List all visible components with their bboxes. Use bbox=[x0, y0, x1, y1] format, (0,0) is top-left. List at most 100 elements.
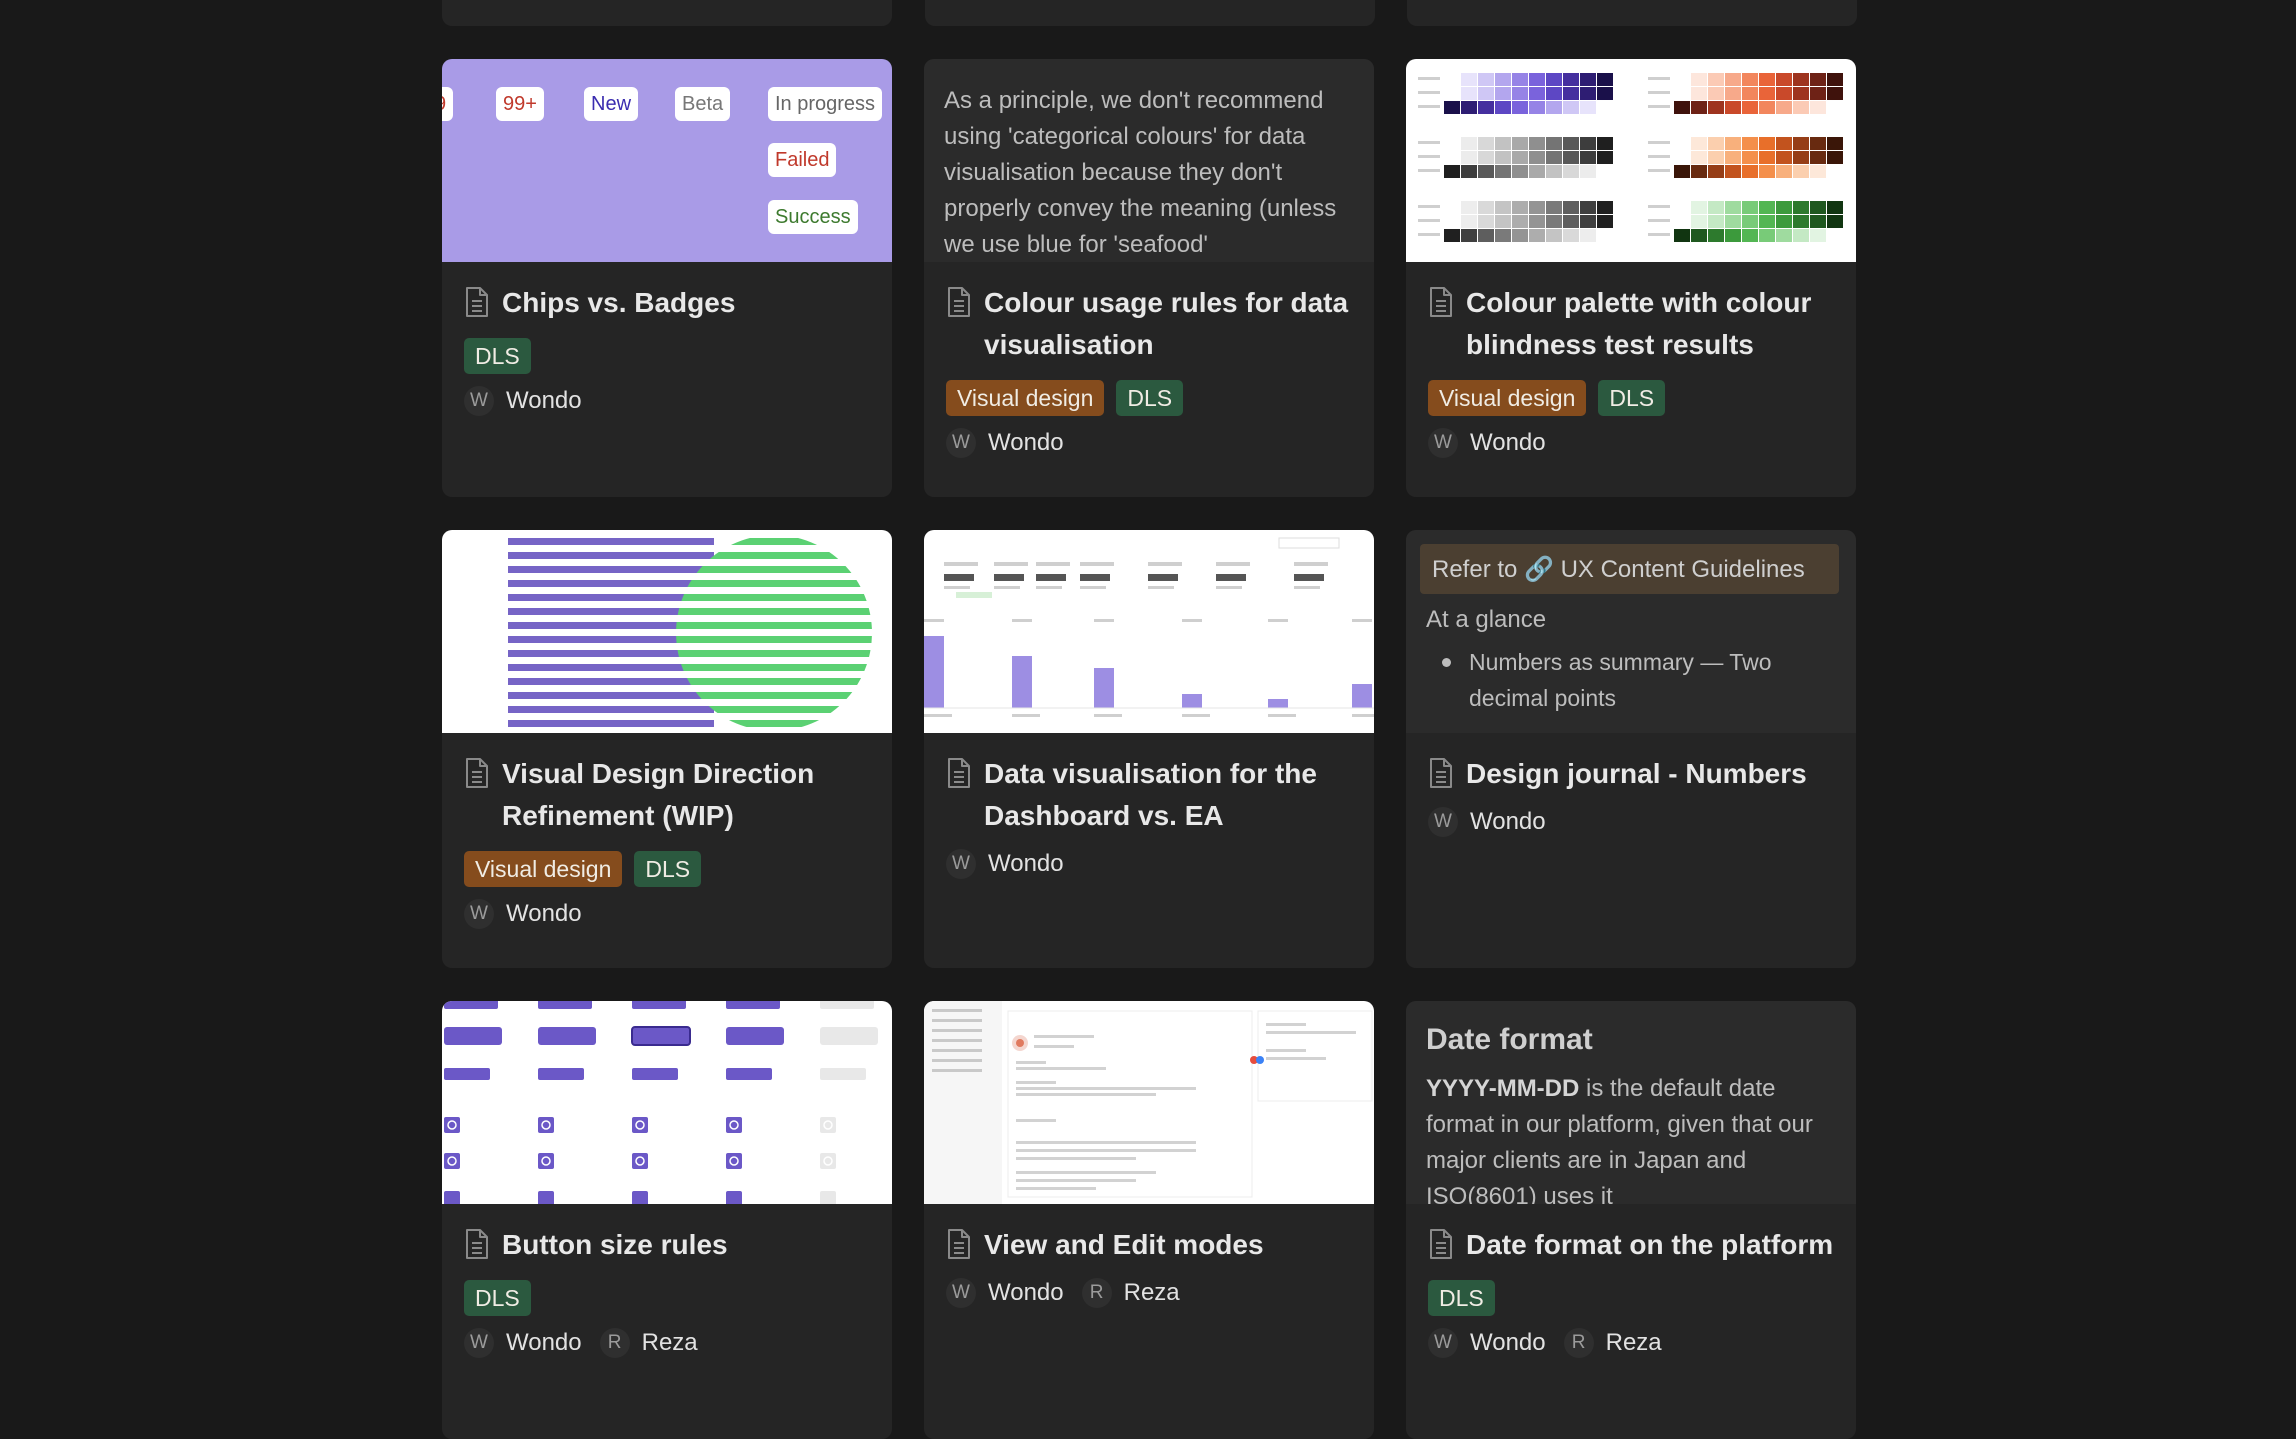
card-cover: Date format YYYY-MM-DD is the default dat… bbox=[1406, 1001, 1856, 1204]
gallery-card[interactable]: Button size rules DLS W Wondo R Reza bbox=[442, 1001, 892, 1439]
person-name: Wondo bbox=[1470, 808, 1546, 835]
card-cover bbox=[924, 530, 1374, 733]
card-body: Visual Design Direction Refinement (WIP)… bbox=[442, 733, 892, 929]
card-body: Design journal - Numbers W Wondo bbox=[1406, 733, 1856, 837]
card-cover bbox=[442, 530, 892, 733]
card-body: Date format on the platform DLS W Wondo R Rez… bbox=[1406, 1204, 1856, 1358]
tag-list: DLS bbox=[464, 338, 870, 374]
tag-dls: DLS bbox=[464, 338, 531, 374]
card-title-row: Chips vs. Badges bbox=[464, 282, 870, 324]
people-list: W Wondo bbox=[464, 899, 870, 929]
card-title-row: Colour usage rules for data visualisatio… bbox=[946, 282, 1352, 366]
people-list: W Wondo bbox=[946, 428, 1352, 458]
card-cover bbox=[442, 1001, 892, 1204]
people-list: W Wondo bbox=[464, 386, 870, 416]
chip-badge: 9 bbox=[442, 87, 454, 121]
bullet-item: Numbers as summary — Two decimal points bbox=[1426, 644, 1834, 716]
button-grid-preview bbox=[444, 1001, 878, 1204]
bullet-dot bbox=[1442, 658, 1451, 667]
tag-list: Visual design DLS bbox=[946, 380, 1352, 416]
stripes-illustration bbox=[508, 538, 872, 727]
gallery-card[interactable]: 9 99+ New Beta In progress Failed Success Chips… bbox=[442, 59, 892, 497]
card-body: Colour palette with colour blindness tes… bbox=[1406, 262, 1856, 458]
card-cover: Refer to 🔗 UX Content Guidelines At a gla… bbox=[1406, 530, 1856, 733]
gallery-card[interactable]: Visual Design Direction Refinement (WIP)… bbox=[442, 530, 892, 968]
tag-dls: DLS bbox=[634, 851, 702, 887]
chip-badge: In progress bbox=[768, 87, 883, 121]
page-icon bbox=[1430, 758, 1452, 788]
cover-preview-text: As a principle, we don't recommend using… bbox=[944, 87, 1337, 258]
glance-heading: At a glance bbox=[1426, 606, 1547, 633]
card-body: View and Edit modes W Wondo R Reza bbox=[924, 1204, 1374, 1308]
tag-dls: DLS bbox=[1598, 380, 1666, 416]
gallery-card[interactable]: Refer to 🔗 UX Content Guidelines At a gla… bbox=[1406, 530, 1856, 968]
person-name: Wondo bbox=[988, 429, 1064, 456]
page-icon bbox=[466, 287, 488, 317]
top-partial-card-2[interactable] bbox=[925, 0, 1375, 26]
page-icon bbox=[1430, 1229, 1452, 1259]
person-name: Reza bbox=[641, 1329, 698, 1356]
tag-list: Visual design DLS bbox=[464, 851, 870, 887]
person-name: Wondo bbox=[1470, 429, 1546, 456]
date-format-bold: YYYY-MM-DD bbox=[1426, 1075, 1580, 1102]
avatar: W bbox=[464, 386, 494, 416]
card-title: Design journal - Numbers bbox=[1466, 758, 1807, 789]
avatar: W bbox=[1428, 807, 1458, 837]
card-title-row: Data visualisation for the Dashboard vs.… bbox=[946, 753, 1352, 837]
tag-list: Visual design DLS bbox=[1428, 380, 1834, 416]
card-title: Data visualisation for the Dashboard vs.… bbox=[984, 758, 1317, 831]
chip-badge: Beta bbox=[675, 87, 731, 121]
form-preview bbox=[924, 1001, 1373, 1204]
gallery-card[interactable]: View and Edit modes W Wondo R Reza bbox=[924, 1001, 1374, 1439]
card-body: Chips vs. Badges DLS W Wondo bbox=[442, 262, 892, 416]
gallery-card[interactable]: Colour palette with colour blindness tes… bbox=[1406, 59, 1856, 497]
card-cover: 9 99+ New Beta In progress Failed Success bbox=[442, 59, 892, 262]
people-list: W Wondo R Reza bbox=[946, 1278, 1352, 1308]
card-title: Visual Design Direction Refinement (WIP) bbox=[502, 758, 815, 831]
card-title-row: Button size rules bbox=[464, 1224, 870, 1266]
tag-list: DLS bbox=[1428, 1280, 1834, 1316]
person-name: Wondo bbox=[988, 1279, 1064, 1306]
avatar: W bbox=[946, 1278, 976, 1308]
avatar: W bbox=[464, 1328, 494, 1358]
people-list: W Wondo bbox=[1428, 807, 1834, 837]
tag-dls: DLS bbox=[464, 1280, 531, 1316]
tag-visual-design: Visual design bbox=[946, 380, 1105, 416]
person-name: Wondo bbox=[1470, 1329, 1546, 1356]
card-cover: As a principle, we don't recommend using… bbox=[924, 59, 1374, 262]
card-title: Chips vs. Badges bbox=[502, 287, 736, 318]
avatar: R bbox=[599, 1328, 630, 1358]
top-partial-card-1[interactable] bbox=[442, 0, 892, 26]
tag-visual-design: Visual design bbox=[464, 851, 623, 887]
people-list: W Wondo R Reza bbox=[1428, 1328, 1834, 1358]
person-name: Wondo bbox=[506, 900, 582, 927]
avatar: W bbox=[946, 849, 976, 879]
tag-dls: DLS bbox=[1428, 1280, 1495, 1316]
palette-preview bbox=[1418, 73, 1843, 242]
card-title-row: Visual Design Direction Refinement (WIP) bbox=[464, 753, 870, 837]
avatar: R bbox=[1563, 1328, 1594, 1358]
card-title: Button size rules bbox=[502, 1229, 728, 1260]
gallery-card[interactable]: Data visualisation for the Dashboard vs.… bbox=[924, 530, 1374, 968]
card-title-row: Colour palette with colour blindness tes… bbox=[1428, 282, 1834, 366]
date-heading: Date format bbox=[1426, 1023, 1593, 1056]
chip-badge: Success bbox=[768, 200, 858, 234]
card-body: Colour usage rules for data visualisatio… bbox=[924, 262, 1374, 458]
card-title: Date format on the platform bbox=[1466, 1229, 1834, 1260]
card-cover bbox=[924, 1001, 1374, 1204]
top-partial-card-3[interactable] bbox=[1407, 0, 1857, 26]
card-title-row: Design journal - Numbers bbox=[1428, 753, 1834, 795]
card-title: Colour usage rules for data visualisatio… bbox=[984, 287, 1349, 360]
avatar: W bbox=[1428, 1328, 1458, 1358]
chip-badge: Failed bbox=[768, 143, 837, 177]
page-icon bbox=[466, 758, 488, 788]
card-cover bbox=[1406, 59, 1856, 262]
callout-link[interactable]: Refer to 🔗 UX Content Guidelines bbox=[1420, 544, 1839, 594]
gallery-card[interactable]: As a principle, we don't recommend using… bbox=[924, 59, 1374, 497]
person-name: Reza bbox=[1605, 1329, 1662, 1356]
page-icon bbox=[1430, 287, 1452, 317]
tag-list: DLS bbox=[464, 1280, 870, 1316]
gallery-card[interactable]: Date format YYYY-MM-DD is the default dat… bbox=[1406, 1001, 1856, 1439]
card-body: Data visualisation for the Dashboard vs.… bbox=[924, 733, 1374, 879]
person-name: Wondo bbox=[506, 387, 582, 414]
